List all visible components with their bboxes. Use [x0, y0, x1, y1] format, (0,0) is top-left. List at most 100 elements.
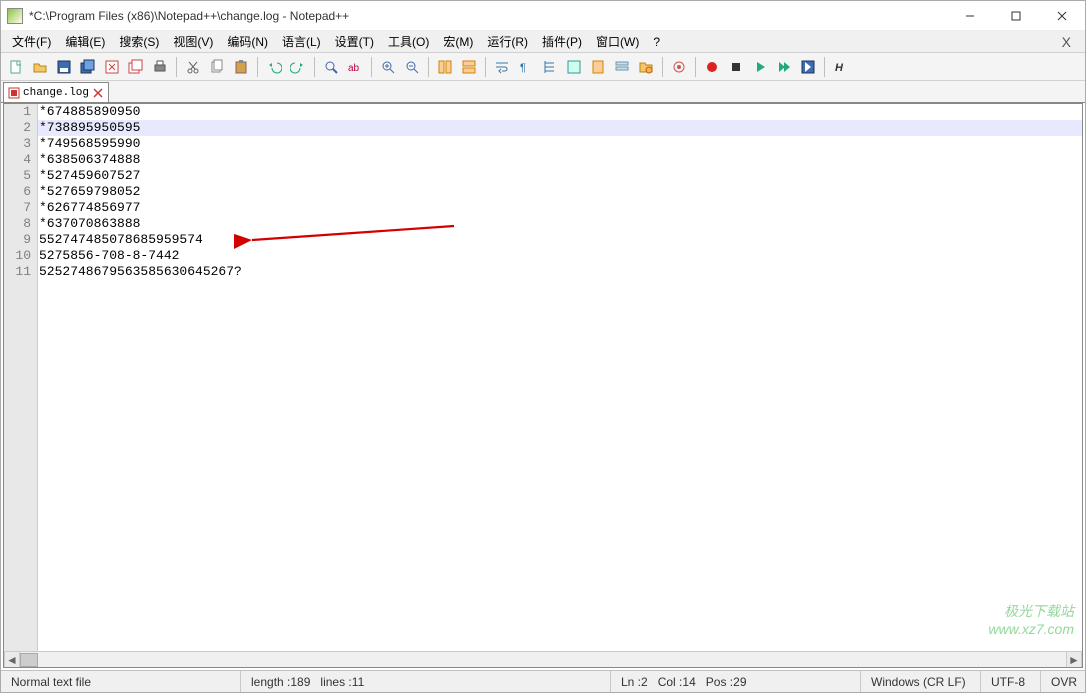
toolbar-hex-button[interactable]: H [830, 56, 852, 78]
menu--12[interactable]: ? [646, 33, 667, 51]
toolbar-zoom-in-button[interactable] [377, 56, 399, 78]
code-content[interactable]: *674885890950*738895950595*749568595990*… [38, 104, 1082, 651]
code-line[interactable]: *637070863888 [38, 216, 1082, 232]
editor-scroll[interactable]: 1234567891011 *674885890950*738895950595… [4, 104, 1082, 651]
toolbar-func-list-button[interactable] [611, 56, 633, 78]
horizontal-scrollbar[interactable]: ◄ ► [4, 651, 1082, 667]
menu-r-9[interactable]: 运行(R) [480, 31, 535, 52]
code-line[interactable]: *638506374888 [38, 152, 1082, 168]
menu-o-7[interactable]: 工具(O) [381, 31, 436, 52]
toolbar-save-file-button[interactable] [53, 56, 75, 78]
toolbar-indent-guide-button[interactable] [539, 56, 561, 78]
toolbar-doc-map-button[interactable] [587, 56, 609, 78]
status-encoding[interactable]: UTF-8 [981, 671, 1041, 692]
toolbar-save-all-button[interactable] [77, 56, 99, 78]
toolbar-cut-button[interactable] [182, 56, 204, 78]
status-position: Ln : 2 Col : 14 Pos : 29 [611, 671, 861, 692]
status-mode[interactable]: OVR [1041, 671, 1085, 692]
toolbar-close-file-button[interactable] [101, 56, 123, 78]
code-line[interactable]: 5275856-708-8-7442 [38, 248, 1082, 264]
code-line[interactable]: *527459607527 [38, 168, 1082, 184]
tab-change-log[interactable]: change.log [3, 82, 109, 102]
find-icon [323, 59, 339, 75]
menu-bar: 文件(F)编辑(E)搜索(S)视图(V)编码(N)语言(L)设置(T)工具(O)… [1, 31, 1085, 53]
scroll-thumb[interactable] [20, 653, 38, 667]
line-number: 10 [8, 248, 31, 264]
maximize-icon [1011, 11, 1021, 21]
menu-p-10[interactable]: 插件(P) [535, 31, 589, 52]
status-length-lines: length : 189 lines : 11 [241, 671, 611, 692]
stop-icon [728, 59, 744, 75]
svg-text:H: H [835, 62, 844, 74]
menu-f-0[interactable]: 文件(F) [5, 31, 58, 52]
menu-v-3[interactable]: 视图(V) [166, 31, 220, 52]
toolbar-paste-button[interactable] [230, 56, 252, 78]
doc-map-icon [590, 59, 606, 75]
scroll-left-arrow[interactable]: ◄ [4, 652, 20, 667]
code-line[interactable]: *674885890950 [38, 104, 1082, 120]
toolbar-undo-button[interactable] [263, 56, 285, 78]
code-line[interactable]: 552747485078685959574 [38, 232, 1082, 248]
toolbar-sync-v-button[interactable] [434, 56, 456, 78]
menu-e-1[interactable]: 编辑(E) [58, 31, 112, 52]
line-number: 6 [8, 184, 31, 200]
toolbar-record-button[interactable] [701, 56, 723, 78]
toolbar-stop-button[interactable] [725, 56, 747, 78]
sync-v-icon [437, 59, 453, 75]
scroll-right-arrow[interactable]: ► [1066, 652, 1082, 667]
code-line[interactable]: *527659798052 [38, 184, 1082, 200]
code-line[interactable]: *738895950595 [38, 120, 1082, 136]
menu-l-5[interactable]: 语言(L) [275, 31, 328, 52]
minimize-button[interactable] [947, 1, 993, 31]
all-chars-icon: ¶ [518, 59, 534, 75]
status-eol[interactable]: Windows (CR LF) [861, 671, 981, 692]
toolbar-play-multi-button[interactable] [773, 56, 795, 78]
line-number-gutter: 1234567891011 [4, 104, 38, 651]
play-multi-icon [776, 59, 792, 75]
save-macro-icon [800, 59, 816, 75]
menu-n-4[interactable]: 编码(N) [220, 31, 275, 52]
toolbar-separator [485, 57, 486, 77]
toolbar-find-button[interactable] [320, 56, 342, 78]
line-number: 2 [8, 120, 31, 136]
code-line[interactable]: *749568595990 [38, 136, 1082, 152]
zoom-in-icon [380, 59, 396, 75]
toolbar-close-all-button[interactable] [125, 56, 147, 78]
toolbar-monitor-button[interactable] [668, 56, 690, 78]
cut-icon [185, 59, 201, 75]
toolbar-separator [371, 57, 372, 77]
toolbar-replace-button[interactable]: ab [344, 56, 366, 78]
toolbar-zoom-out-button[interactable] [401, 56, 423, 78]
toolbar-folder-tree-button[interactable] [635, 56, 657, 78]
maximize-button[interactable] [993, 1, 1039, 31]
monitor-icon [671, 59, 687, 75]
toolbar-lang-style-button[interactable] [563, 56, 585, 78]
menu-s-2[interactable]: 搜索(S) [112, 31, 166, 52]
toolbar-open-file-button[interactable] [29, 56, 51, 78]
play-icon [752, 59, 768, 75]
toolbar-new-file-button[interactable] [5, 56, 27, 78]
menu-m-8[interactable]: 宏(M) [436, 31, 480, 52]
toolbar-sync-h-button[interactable] [458, 56, 480, 78]
toolbar-print-button[interactable] [149, 56, 171, 78]
close-button[interactable] [1039, 1, 1085, 31]
toolbar-redo-button[interactable] [287, 56, 309, 78]
toolbar-wrap-button[interactable] [491, 56, 513, 78]
tab-label: change.log [23, 87, 89, 99]
menu-close-doc[interactable]: X [1052, 34, 1081, 50]
toolbar-copy-button[interactable] [206, 56, 228, 78]
toolbar-play-button[interactable] [749, 56, 771, 78]
toolbar-all-chars-button[interactable]: ¶ [515, 56, 537, 78]
menu-t-6[interactable]: 设置(T) [328, 31, 381, 52]
status-bar: Normal text file length : 189 lines : 11… [1, 670, 1085, 692]
toolbar-separator [662, 57, 663, 77]
menu-w-11[interactable]: 窗口(W) [589, 31, 646, 52]
toolbar-save-macro-button[interactable] [797, 56, 819, 78]
code-line[interactable]: 5252748679563585630645267? [38, 264, 1082, 280]
tab-close-button[interactable] [92, 87, 104, 99]
close-all-icon [128, 59, 144, 75]
code-line[interactable]: *626774856977 [38, 200, 1082, 216]
undo-icon [266, 59, 282, 75]
sync-h-icon [461, 59, 477, 75]
scroll-track[interactable] [20, 652, 1066, 667]
